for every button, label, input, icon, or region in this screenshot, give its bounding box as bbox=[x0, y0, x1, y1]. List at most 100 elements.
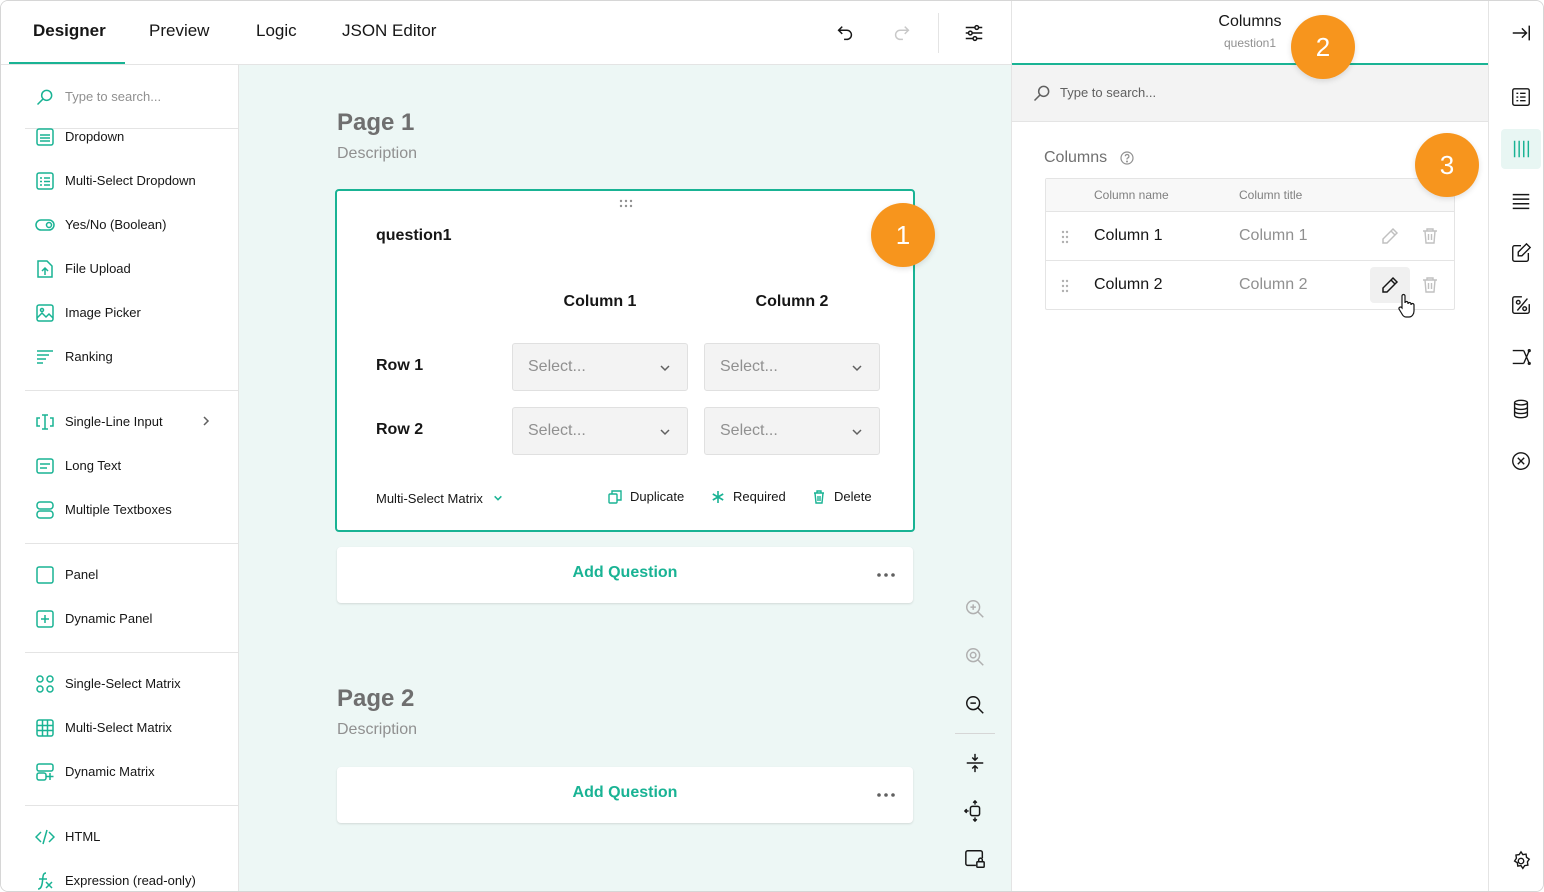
page-description[interactable]: Description bbox=[337, 721, 417, 739]
rail-data-button[interactable] bbox=[1501, 389, 1541, 429]
toolbox-item-single-line-input[interactable]: Single-Line Input bbox=[25, 402, 238, 442]
drag-handle-icon[interactable] bbox=[1061, 230, 1069, 244]
rail-rows-button[interactable] bbox=[1501, 181, 1541, 221]
tab-json-editor[interactable]: JSON Editor bbox=[342, 21, 436, 41]
delete-column-button[interactable] bbox=[1412, 267, 1448, 303]
redo-button[interactable] bbox=[888, 19, 916, 47]
dropdown-placeholder: Select... bbox=[528, 422, 586, 439]
question-type-label: Multi-Select Matrix bbox=[376, 491, 483, 506]
rail-columns-button[interactable] bbox=[1501, 129, 1541, 169]
toolbox-item-multi-select-matrix[interactable]: Multi-Select Matrix bbox=[25, 708, 238, 748]
toolbox-item-label: Dropdown bbox=[65, 129, 125, 144]
toolbox-item-label: Image Picker bbox=[65, 305, 141, 320]
table-row[interactable]: Column 2 Column 2 bbox=[1046, 261, 1454, 310]
zoom-in-button[interactable] bbox=[959, 593, 991, 625]
required-label: Required bbox=[733, 489, 786, 504]
rail-validation-button[interactable] bbox=[1501, 233, 1541, 273]
toolbox-item-dynamic-panel[interactable]: Dynamic Panel bbox=[25, 599, 238, 639]
toolbox-item-label: Yes/No (Boolean) bbox=[65, 217, 167, 232]
zoom-out-button[interactable] bbox=[959, 689, 991, 721]
toolbox-item-dropdown[interactable]: Dropdown bbox=[25, 117, 238, 157]
tab-logic[interactable]: Logic bbox=[256, 21, 297, 41]
more-icon[interactable] bbox=[877, 793, 895, 797]
toolbox-item-html[interactable]: HTML bbox=[25, 817, 238, 857]
asterisk-icon bbox=[712, 490, 724, 503]
rail-conditions-button[interactable] bbox=[1501, 285, 1541, 325]
column-name-cell[interactable]: Column 2 bbox=[1094, 276, 1162, 294]
toolbox-item-image-picker[interactable]: Image Picker bbox=[25, 293, 238, 333]
expand-all-button[interactable] bbox=[959, 795, 991, 827]
duplicate-icon bbox=[608, 489, 622, 504]
matrix-cell-dropdown[interactable]: Select... bbox=[704, 343, 880, 391]
tab-preview[interactable]: Preview bbox=[149, 21, 209, 41]
matrix-cell-dropdown[interactable]: Select... bbox=[512, 343, 688, 391]
top-toolbar: Designer Preview Logic JSON Editor bbox=[1, 1, 1011, 65]
matrix-cell-dropdown[interactable]: Select... bbox=[704, 407, 880, 455]
delete-button[interactable]: Delete bbox=[812, 489, 872, 504]
expression-icon bbox=[37, 872, 53, 890]
toolbox-item-dynamic-matrix[interactable]: Dynamic Matrix bbox=[25, 752, 238, 792]
lock-button[interactable] bbox=[959, 843, 991, 875]
matrix-column-header: Column 1 bbox=[563, 293, 637, 310]
page-description[interactable]: Description bbox=[337, 145, 417, 163]
toolbox-item-panel[interactable]: Panel bbox=[25, 555, 238, 595]
toolbox-item-label: File Upload bbox=[65, 261, 131, 276]
delete-column-button[interactable] bbox=[1412, 218, 1448, 254]
drag-handle-icon[interactable] bbox=[619, 199, 633, 209]
column-name-cell[interactable]: Column 1 bbox=[1094, 227, 1162, 245]
duplicate-button[interactable]: Duplicate bbox=[608, 489, 684, 504]
toolbox-item-long-text[interactable]: Long Text bbox=[25, 446, 238, 486]
column-title-cell[interactable]: Column 1 bbox=[1239, 227, 1307, 245]
toolbox-item-multiple-textboxes[interactable]: Multiple Textboxes bbox=[25, 490, 238, 530]
page-title[interactable]: Page 1 bbox=[337, 109, 414, 137]
toolbox-item-single-select-matrix[interactable]: Single-Select Matrix bbox=[25, 664, 238, 704]
sliders-icon bbox=[965, 24, 983, 42]
trash-icon bbox=[814, 489, 824, 504]
property-search-placeholder: Type to search... bbox=[1060, 85, 1157, 100]
collapse-all-button[interactable] bbox=[959, 747, 991, 779]
question-card[interactable]: question1 Column 1 Column 2 Row 1 Row 2 … bbox=[335, 189, 915, 532]
matrix-column-header: Column 2 bbox=[755, 293, 829, 310]
dropdown-placeholder: Select... bbox=[720, 358, 778, 375]
search-icon bbox=[36, 89, 53, 106]
trash-icon bbox=[1423, 277, 1437, 293]
edit-column-button[interactable] bbox=[1370, 218, 1410, 254]
required-toggle[interactable]: Required bbox=[711, 489, 786, 504]
rail-logic-button[interactable] bbox=[1501, 337, 1541, 377]
more-icon[interactable] bbox=[877, 573, 895, 577]
table-row[interactable]: Column 1 Column 1 bbox=[1046, 212, 1454, 261]
expand-icon bbox=[964, 800, 981, 822]
settings-button[interactable] bbox=[960, 19, 988, 47]
undo-button[interactable] bbox=[831, 19, 859, 47]
drag-handle-icon[interactable] bbox=[1061, 279, 1069, 293]
dynamic-matrix-icon bbox=[36, 763, 54, 781]
matrix-cell-dropdown[interactable]: Select... bbox=[512, 407, 688, 455]
property-search[interactable]: Type to search... bbox=[1012, 65, 1488, 122]
percent-icon bbox=[1512, 296, 1530, 314]
property-grid-title: Columns bbox=[1218, 13, 1282, 30]
hand-cursor-icon bbox=[1398, 293, 1415, 318]
toolbox-item-ranking[interactable]: Ranking bbox=[25, 337, 238, 377]
toolbox-item-file-upload[interactable]: File Upload bbox=[25, 249, 238, 289]
toolbox-item-multi-select-dropdown[interactable]: Multi-Select Dropdown bbox=[25, 161, 238, 201]
rail-general-button[interactable] bbox=[1501, 77, 1541, 117]
delete-label: Delete bbox=[834, 489, 872, 504]
help-icon[interactable] bbox=[1120, 151, 1134, 165]
collapse-panel-button[interactable] bbox=[1501, 13, 1541, 53]
column-title-cell[interactable]: Column 2 bbox=[1239, 276, 1307, 294]
page-title[interactable]: Page 2 bbox=[337, 685, 414, 713]
zoom-reset-button[interactable] bbox=[959, 641, 991, 673]
ranking-icon bbox=[37, 350, 53, 364]
add-question-button[interactable]: Add Question bbox=[337, 767, 913, 823]
toolbox-item-label: Long Text bbox=[65, 458, 122, 473]
rail-clear-button[interactable] bbox=[1501, 441, 1541, 481]
toolbox-item-expression[interactable]: Expression (read-only) bbox=[25, 861, 238, 891]
pencil-icon bbox=[1382, 276, 1399, 293]
tab-designer[interactable]: Designer bbox=[33, 21, 106, 41]
question-type-selector[interactable]: Multi-Select Matrix bbox=[376, 491, 503, 506]
add-question-button[interactable]: Add Question bbox=[337, 547, 913, 603]
toolbox-item-boolean[interactable]: Yes/No (Boolean) bbox=[25, 205, 238, 245]
toolbox-separator bbox=[25, 805, 238, 806]
rail-settings-button[interactable] bbox=[1501, 841, 1541, 881]
question-title[interactable]: question1 bbox=[376, 227, 452, 245]
